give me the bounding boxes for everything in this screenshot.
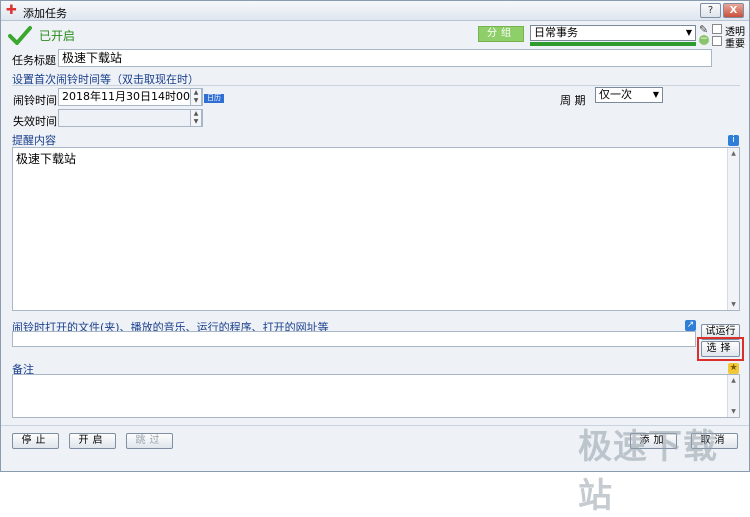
- scroll-down-icon[interactable]: ▼: [728, 299, 739, 310]
- scroll-down-icon[interactable]: ▼: [728, 406, 739, 417]
- task-title-label: 任务标题: [12, 54, 56, 67]
- divider: [12, 85, 740, 86]
- reminder-content-textarea[interactable]: 极速下载站 ▲ ▼: [12, 147, 740, 311]
- expire-time-spinner[interactable]: ▲ ▼: [190, 109, 202, 127]
- watermark: 极速下载站: [578, 427, 718, 516]
- spin-up-icon[interactable]: ▲: [191, 89, 201, 97]
- category-value: 日常事务: [534, 26, 578, 39]
- scroll-up-icon[interactable]: ▲: [728, 375, 739, 386]
- skip-button[interactable]: 跳过: [126, 433, 173, 449]
- expire-time-input[interactable]: [58, 109, 203, 127]
- info-icon[interactable]: i: [728, 135, 739, 146]
- star-icon[interactable]: ★: [728, 363, 739, 374]
- spin-down-icon[interactable]: ▼: [191, 97, 201, 105]
- calendar-button[interactable]: 日历: [204, 94, 224, 103]
- status-label: 已开启: [39, 29, 76, 43]
- cycle-select[interactable]: 仅一次 ▼: [595, 87, 663, 103]
- expire-time-label: 失效时间: [13, 115, 57, 128]
- select-button-highlight: [697, 337, 744, 361]
- spin-down-icon[interactable]: ▼: [191, 118, 201, 126]
- spin-up-icon[interactable]: ▲: [191, 110, 201, 118]
- transparent-checkbox[interactable]: [712, 24, 722, 34]
- app-icon: ✚: [6, 3, 17, 18]
- notes-textarea[interactable]: ▲ ▼: [12, 374, 740, 418]
- chevron-down-icon: ▼: [685, 28, 692, 37]
- category-color-bar: [530, 42, 696, 46]
- add-task-window: ✚ 添加任务 ? X 已开启 分组 日常事务 ▼ ✎ 透明 − 重要 任务标题 …: [0, 0, 750, 516]
- cycle-value: 仅一次: [599, 88, 632, 101]
- open-target-input[interactable]: [12, 331, 696, 347]
- open-folder-icon[interactable]: ↗: [685, 320, 696, 331]
- scrollbar[interactable]: ▲ ▼: [727, 375, 739, 417]
- chevron-down-icon: ▼: [652, 90, 659, 99]
- cycle-label: 周 期: [560, 94, 586, 107]
- start-button[interactable]: 开启: [69, 433, 116, 449]
- group-button[interactable]: 分组: [478, 26, 524, 42]
- scrollbar[interactable]: ▲ ▼: [727, 148, 739, 310]
- close-button[interactable]: X: [723, 3, 744, 18]
- check-icon[interactable]: [8, 25, 32, 45]
- task-title-input[interactable]: 极速下载站: [58, 49, 712, 67]
- alarm-time-spinner[interactable]: ▲ ▼: [190, 88, 202, 106]
- important-checkbox[interactable]: [712, 36, 722, 46]
- alarm-time-input[interactable]: 2018年11月30日14时00分: [58, 88, 203, 106]
- important-label: 重要: [725, 39, 745, 50]
- stop-button[interactable]: 停止: [12, 433, 59, 449]
- alarm-time-label: 闹铃时间: [13, 94, 57, 107]
- window-title: 添加任务: [23, 7, 67, 20]
- reminder-content-text: 极速下载站: [16, 152, 77, 166]
- category-select[interactable]: 日常事务 ▼: [530, 25, 696, 41]
- scroll-up-icon[interactable]: ▲: [728, 148, 739, 159]
- reminder-section-label: 提醒内容: [12, 134, 56, 147]
- minus-icon[interactable]: −: [699, 35, 709, 45]
- title-bar: ✚ 添加任务 ? X: [1, 1, 749, 21]
- help-button[interactable]: ?: [700, 3, 721, 18]
